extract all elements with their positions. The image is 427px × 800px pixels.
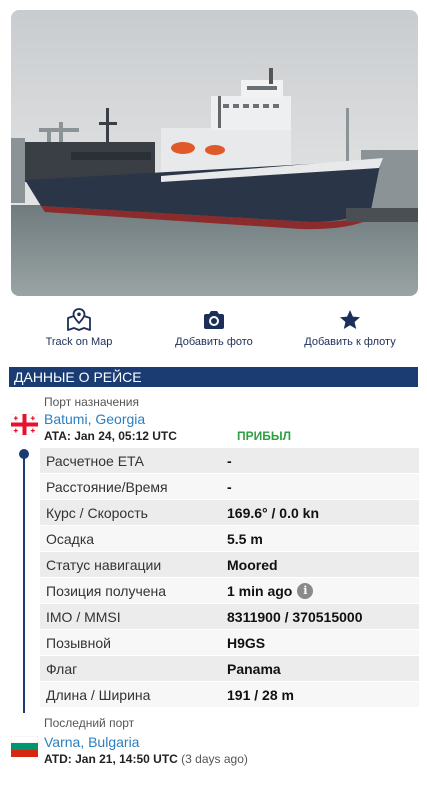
detail-key: Позывной [46,634,111,651]
vessel-photo[interactable] [11,10,418,296]
detail-value: 8311900 / 370515000 [227,608,363,625]
detail-value: 191 / 28 m [227,686,294,703]
add-photo-button[interactable]: Добавить фото [149,308,279,348]
detail-key: Длина / Ширина [46,686,151,703]
detail-row-draught: Осадка 5.5 m [40,526,419,552]
destination-port-link[interactable]: Batumi, Georgia [44,411,145,427]
detail-row-length-beam: Длина / Ширина 191 / 28 m [40,682,419,708]
map-pin-icon [67,308,91,331]
detail-key: Осадка [46,530,95,547]
info-icon[interactable]: i [297,582,314,599]
detail-row-position-received: Позиция получена 1 min ago i [40,578,419,604]
detail-value: 5.5 m [227,530,263,547]
status-badge: ПРИБЫЛ [237,429,292,443]
bulgaria-flag-icon [11,736,38,757]
voyage-data-header: ДАННЫЕ О РЕЙСЕ [9,367,418,387]
detail-value: H9GS [227,634,266,651]
voyage-timeline-dot [19,449,29,459]
detail-value-wrap: 1 min ago i [227,582,314,599]
detail-row-flag: Флаг Panama [40,656,419,682]
detail-row-eta: Расчетное ETA - [40,448,419,474]
detail-row-imo-mmsi: IMO / MMSI 8311900 / 370515000 [40,604,419,630]
voyage-timeline-line [23,451,25,713]
detail-key: Курс / Скорость [46,504,148,521]
star-icon [340,310,360,329]
departure-time: ATD: Jan 21, 14:50 UTC (3 days ago) [44,752,248,766]
add-photo-label: Добавить фото [175,336,253,348]
detail-value: - [227,452,232,469]
last-port-link[interactable]: Varna, Bulgaria [44,734,139,750]
action-bar: Track on Map Добавить фото Добавить к фл… [0,308,427,352]
track-on-map-label: Track on Map [45,336,113,348]
camera-icon [204,311,224,329]
arrival-time: ATA: Jan 24, 05:12 UTC [44,429,177,443]
voyage-details-table: Расчетное ETA - Расстояние/Время - Курс … [40,448,419,708]
detail-value: - [227,478,232,495]
departure-relative-time: (3 days ago) [181,752,248,766]
detail-key: IMO / MMSI [46,608,121,625]
track-on-map-button[interactable]: Track on Map [14,308,144,348]
detail-value: Moored [227,556,278,573]
destination-label: Порт назначения [44,395,139,409]
add-to-fleet-button[interactable]: Добавить к флоту [285,308,415,348]
detail-row-distance: Расстояние/Время - [40,474,419,500]
add-to-fleet-label: Добавить к флоту [304,336,396,348]
detail-key: Расстояние/Время [46,478,168,495]
detail-value: 1 min ago [227,582,293,599]
detail-value: Panama [227,660,281,677]
detail-row-callsign: Позывной H9GS [40,630,419,656]
departure-time-value: ATD: Jan 21, 14:50 UTC [44,752,178,766]
detail-key: Флаг [46,660,78,677]
detail-key: Статус навигации [46,556,162,573]
detail-value: 169.6° / 0.0 kn [227,504,319,521]
detail-row-course-speed: Курс / Скорость 169.6° / 0.0 kn [40,500,419,526]
detail-key: Расчетное ETA [46,452,144,469]
last-port-label: Последний порт [44,716,135,730]
detail-row-nav-status: Статус навигации Moored [40,552,419,578]
detail-key: Позиция получена [46,582,167,599]
georgia-flag-icon [11,414,38,435]
